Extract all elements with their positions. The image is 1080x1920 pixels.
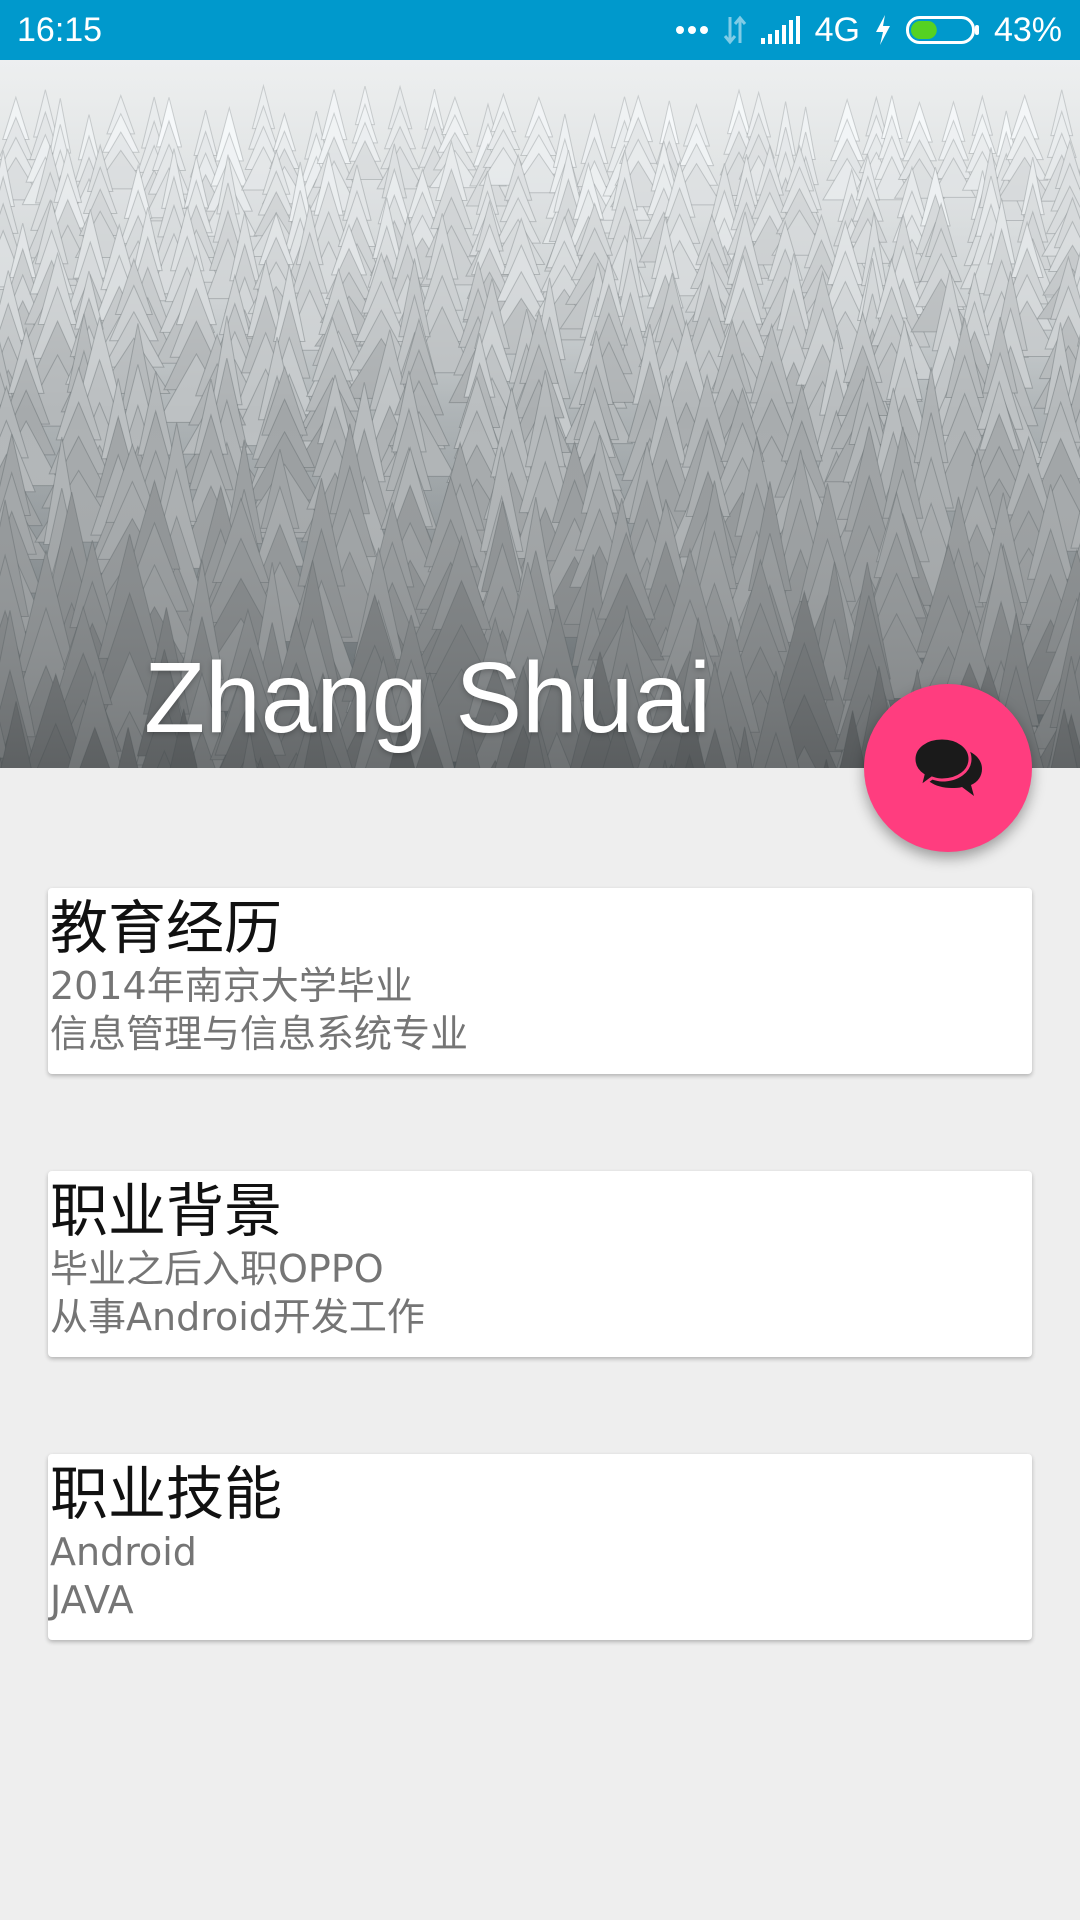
skills-card: 职业技能 Android JAVA [48, 1454, 1032, 1640]
card-title: 职业背景 [50, 1177, 283, 1245]
card-line: 从事Android开发工作 [50, 1295, 425, 1339]
battery-icon [905, 16, 980, 44]
charging-icon [874, 15, 892, 45]
more-dots-icon [675, 24, 709, 36]
card-title: 职业技能 [50, 1460, 283, 1528]
card-line: 毕业之后入职OPPO [50, 1247, 384, 1291]
card-line: 2014年南京大学毕业 [50, 964, 413, 1008]
card-title: 教育经历 [50, 894, 283, 962]
card-line: JAVA [50, 1578, 134, 1622]
network-type: 4G [814, 10, 860, 49]
profile-header: Zhang Shuai [0, 60, 1080, 768]
status-icons: 4G 43% [675, 10, 1062, 50]
education-card: 教育经历 2014年南京大学毕业 信息管理与信息系统专业 [48, 888, 1032, 1074]
status-time: 16:15 [17, 11, 103, 49]
career-background-card: 职业背景 毕业之后入职OPPO 从事Android开发工作 [48, 1171, 1032, 1357]
chat-fab-button[interactable] [864, 684, 1032, 852]
profile-name: Zhang Shuai [144, 642, 712, 754]
data-transfer-icon [723, 15, 747, 45]
signal-icon [760, 16, 801, 44]
card-line: 信息管理与信息系统专业 [50, 1012, 469, 1056]
battery-percent: 43% [993, 10, 1062, 49]
status-bar: 16:15 4G 43% [0, 0, 1080, 60]
card-line: Android [50, 1530, 197, 1574]
chat-bubbles-icon [912, 734, 984, 802]
